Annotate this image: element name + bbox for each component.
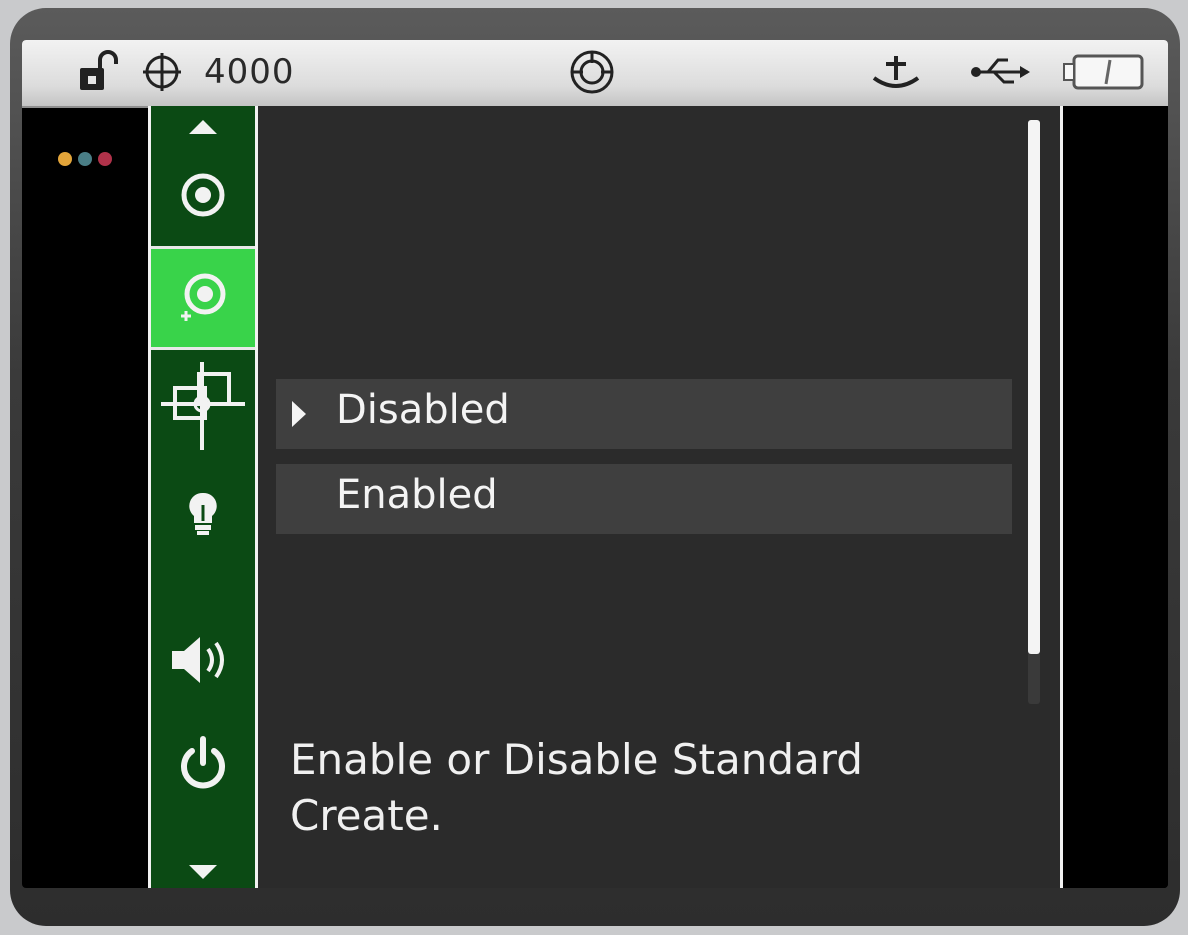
option-disabled[interactable]: Disabled [276,379,1012,449]
tolerance-crosshair-icon[interactable] [151,360,255,452]
option-enabled[interactable]: Enabled [276,464,1012,534]
ground-anchor-icon [870,50,922,94]
standard-create-icon[interactable] [151,249,255,347]
speaker-volume-icon[interactable] [151,624,255,696]
arrow-up-icon[interactable] [151,114,255,140]
sidebar-divider [151,347,255,350]
option-label: Enabled [336,472,498,518]
backlight-bulb-icon[interactable] [151,478,255,548]
unlocked-padlock-icon [76,50,124,94]
scrollbar[interactable] [1028,120,1040,704]
indicator-dots [58,152,112,166]
battery-icon [1062,50,1146,94]
target-circle-icon [567,50,617,94]
arrow-down-icon[interactable] [151,862,255,882]
device-screen: 4000 Disabled Enabled Enable or Disable … [22,40,1168,888]
help-text: Enable or Disable Standard Create. [290,732,990,844]
sidebar-menu [148,106,258,888]
help-text-line: Enable or Disable Standard [290,735,863,784]
selected-marker-icon [292,401,306,427]
settings-panel: Disabled Enabled Enable or Disable Stand… [258,106,1060,888]
option-label: Disabled [336,387,510,433]
indicator-dot-red [98,152,112,166]
indicator-dot-teal [78,152,92,166]
scrollbar-thumb[interactable] [1028,120,1040,654]
power-icon[interactable] [151,724,255,802]
status-bar: 4000 [22,40,1168,108]
help-text-line: Create. [290,791,443,840]
status-value: 4000 [204,52,295,92]
indicator-dot-amber [58,152,72,166]
right-panel [1060,106,1168,888]
crosshair-icon [140,50,184,94]
standard-icon[interactable] [151,150,255,240]
usb-icon [968,50,1034,94]
